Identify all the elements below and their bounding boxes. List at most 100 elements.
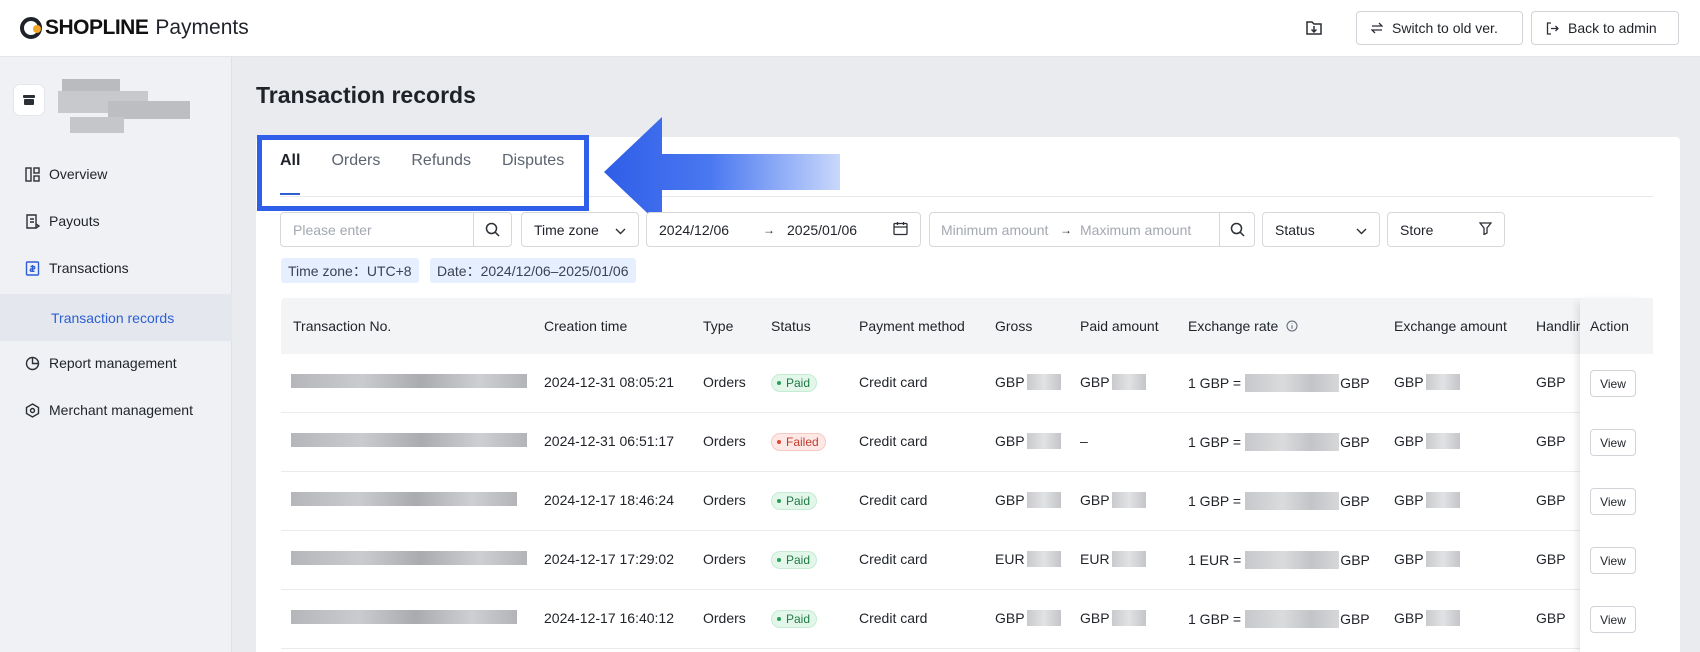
sidebar-item-transactions[interactable]: Transactions (24, 257, 129, 279)
view-button[interactable]: View (1590, 547, 1636, 574)
search-input[interactable]: Please enter (280, 212, 512, 247)
handling-fee: GBP (1536, 610, 1566, 626)
overview-icon (24, 166, 40, 182)
search-icon[interactable] (1219, 213, 1254, 246)
status-badge: Paid (771, 374, 818, 392)
shopline-logo[interactable]: SHOPLINE Payments (20, 14, 249, 42)
store-filter[interactable]: Store (1387, 212, 1505, 247)
search-icon[interactable] (473, 213, 511, 246)
paid-amount: GBP (1080, 492, 1146, 508)
status-select-label: Status (1275, 221, 1315, 238)
switch-old-version-button[interactable]: Switch to old ver. (1356, 11, 1523, 45)
arrow-right-icon: → (1060, 222, 1072, 237)
sidebar-item-label: Payouts (49, 213, 100, 229)
transaction-no-redacted (291, 433, 527, 447)
transaction-no-redacted (291, 551, 527, 565)
exchange-amount: GBP (1394, 610, 1460, 626)
exchange-rate: 1 GBP = GBP (1188, 610, 1370, 628)
column-header: Transaction No. (293, 318, 392, 334)
gross: GBP (995, 374, 1061, 390)
payment-method: Credit card (859, 610, 928, 626)
paid-amount: EUR (1080, 551, 1146, 567)
sidebar-item-overview[interactable]: Overview (24, 163, 107, 185)
timezone-select[interactable]: Time zone (521, 212, 639, 247)
sidebar-item-payouts[interactable]: Payouts (24, 210, 100, 232)
logo-mark-icon (20, 17, 42, 39)
paid-amount: – (1080, 433, 1088, 449)
back-to-admin-button[interactable]: Back to admin (1531, 11, 1679, 45)
chevron-down-icon (1356, 222, 1367, 238)
rate-prefix: 1 EUR = (1188, 552, 1242, 568)
info-icon[interactable] (1286, 319, 1298, 335)
sidebar-subitem-label: Transaction records (51, 309, 175, 326)
handling-currency: GBP (1536, 610, 1566, 626)
exchange-rate: 1 GBP = GBP (1188, 433, 1370, 451)
rate-suffix: GBP (1340, 611, 1370, 627)
paid-amount: GBP (1080, 610, 1146, 626)
table-row[interactable]: 2024-12-17 17:29:02 Orders Paid Credit c… (281, 531, 1653, 590)
sidebar-subitem-transaction-records[interactable]: Transaction records (0, 294, 232, 341)
exchange-rate: 1 GBP = GBP (1188, 492, 1370, 510)
type: Orders (703, 551, 746, 567)
calendar-icon[interactable] (893, 221, 908, 239)
transaction-no-redacted (291, 610, 517, 624)
sidebar-item-report-management[interactable]: Report management (24, 352, 177, 374)
table-row[interactable]: 2024-12-31 06:51:17 Orders Failed Credit… (281, 413, 1653, 472)
view-button[interactable]: View (1590, 429, 1636, 456)
sidebar-item-merchant-management[interactable]: Merchant management (24, 399, 193, 421)
amount-min-input[interactable]: Minimum amount (930, 222, 1060, 238)
date-end[interactable]: 2025/01/06 (783, 222, 893, 238)
amount-max-input[interactable]: Maximum amount (1080, 222, 1219, 238)
view-button[interactable]: View (1590, 606, 1636, 633)
table-row[interactable]: 2024-12-17 18:46:24 Orders Paid Credit c… (281, 472, 1653, 531)
handling-fee: GBP (1536, 374, 1566, 390)
creation-time: 2024-12-17 16:40:12 (544, 610, 674, 626)
handling-fee: GBP (1536, 433, 1566, 449)
payouts-icon (24, 213, 40, 229)
gross-currency: GBP (995, 610, 1025, 626)
column-header: Paid amount (1080, 318, 1159, 334)
handling-fee: GBP (1536, 551, 1566, 567)
store-switcher[interactable] (14, 79, 190, 133)
exchange-rate: 1 GBP = GBP (1188, 374, 1370, 392)
gross-currency: EUR (995, 551, 1025, 567)
merchant-icon (24, 402, 40, 418)
view-button[interactable]: View (1590, 488, 1636, 515)
creation-time: 2024-12-17 17:29:02 (544, 551, 674, 567)
status-text: Paid (786, 553, 811, 567)
creation-time: 2024-12-31 06:51:17 (544, 433, 674, 449)
search-placeholder: Please enter (293, 221, 372, 238)
store-icon (14, 85, 44, 115)
creation-time: 2024-12-31 08:05:21 (544, 374, 674, 390)
amount-range-input[interactable]: Minimum amount → Maximum amount (929, 212, 1255, 247)
date-range-picker[interactable]: 2024/12/06 → 2025/01/06 (646, 212, 921, 247)
handling-currency: GBP (1536, 433, 1566, 449)
page-title: Transaction records (256, 82, 476, 108)
column-header: Type (703, 318, 734, 334)
exchange-amount: GBP (1394, 433, 1460, 449)
table-row[interactable]: 2024-12-31 08:05:21 Orders Paid Credit c… (281, 354, 1653, 413)
status-select[interactable]: Status (1262, 212, 1380, 247)
gross: EUR (995, 551, 1061, 567)
active-filter-date[interactable]: Date：2024/12/06–2025/01/06 (430, 258, 636, 283)
exchange-currency: GBP (1394, 492, 1424, 508)
paid-currency: EUR (1080, 551, 1110, 567)
column-header: Gross (995, 318, 1033, 334)
back-to-admin-label: Back to admin (1568, 20, 1657, 36)
date-start[interactable]: 2024/12/06 (659, 222, 763, 238)
transactions-icon (24, 260, 40, 276)
pointer-arrow-icon (604, 117, 840, 227)
column-header: Creation time (544, 318, 628, 334)
download-icon[interactable] (1302, 16, 1326, 40)
transaction-no-redacted (291, 492, 517, 506)
switch-old-version-label: Switch to old ver. (1392, 20, 1498, 36)
payment-method: Credit card (859, 492, 928, 508)
table-row[interactable]: 2024-12-17 16:40:12 Orders Paid Credit c… (281, 590, 1653, 649)
rate-suffix: GBP (1340, 375, 1370, 391)
active-filter-timezone[interactable]: Time zone：UTC+8 (281, 258, 419, 283)
exit-icon (1546, 21, 1559, 35)
store-name-redacted (48, 73, 198, 137)
view-button[interactable]: View (1590, 370, 1636, 397)
sidebar-item-label: Merchant management (49, 402, 193, 418)
highlight-box (257, 135, 589, 211)
